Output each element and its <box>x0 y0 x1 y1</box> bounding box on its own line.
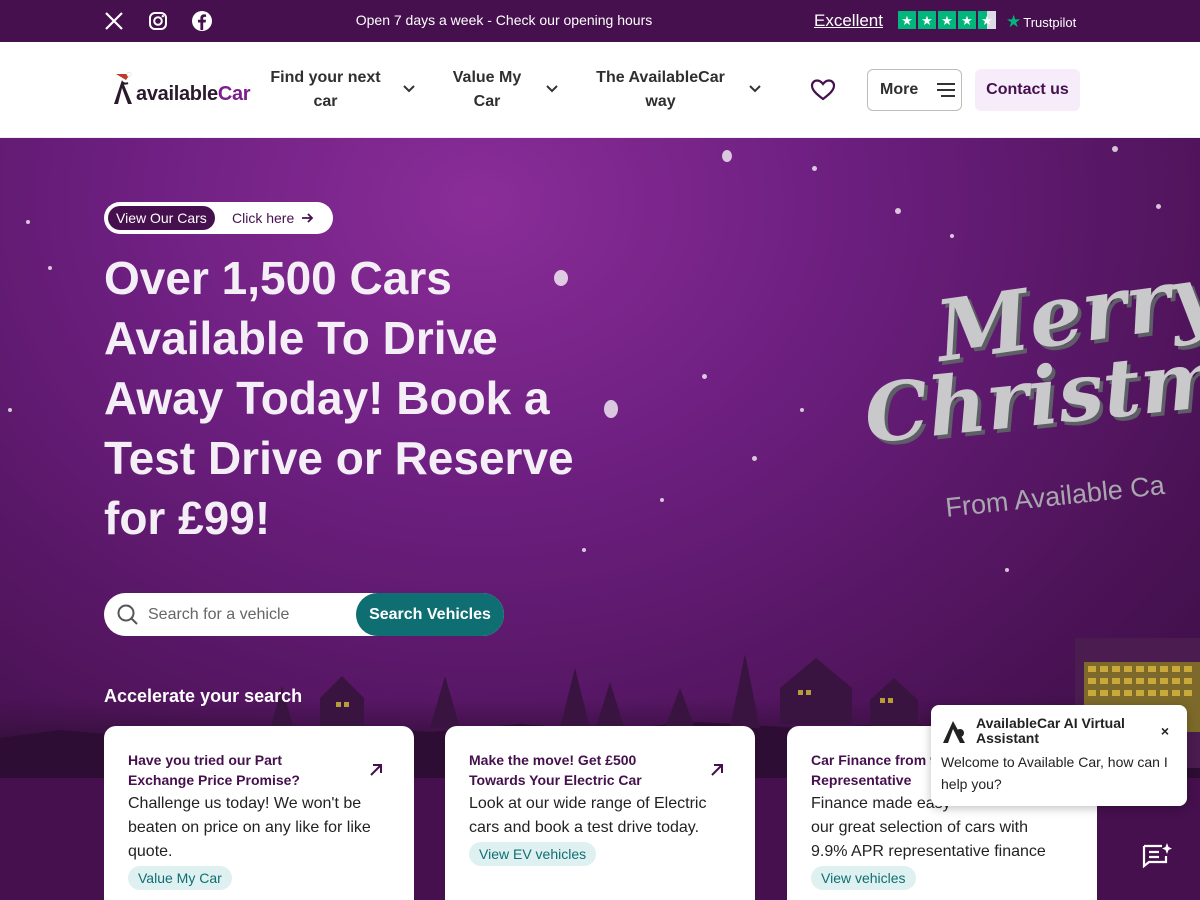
arrow-right-icon <box>302 213 314 223</box>
contact-us-button[interactable]: Contact us <box>975 69 1080 111</box>
click-here-link[interactable]: Click here <box>232 208 314 228</box>
more-label: More <box>880 81 919 98</box>
hamburger-icon <box>937 83 956 97</box>
star-icon: ★ <box>938 11 956 29</box>
nav-availablecar-way[interactable]: The AvailableCar way <box>593 66 728 114</box>
card-body: Challenge us today! We won't be beaten o… <box>128 795 371 860</box>
snowflake <box>812 166 817 171</box>
assistant-welcome-message: Welcome to Available Car, how can I help… <box>941 754 1168 792</box>
more-menu-button[interactable]: More <box>867 69 962 111</box>
snowflake <box>582 548 586 552</box>
nav-value-my-car[interactable]: Value My Car <box>447 66 527 114</box>
snowflake <box>1005 568 1009 572</box>
chevron-down-icon[interactable] <box>748 82 762 96</box>
logo-prefix: available <box>136 83 218 105</box>
snowflake <box>752 456 757 461</box>
click-here-label: Click here <box>232 210 295 226</box>
search-icon <box>117 604 138 625</box>
chevron-down-icon[interactable] <box>402 82 416 96</box>
card-title: Make the move! Get £500 Towards Your Ele… <box>469 752 642 788</box>
card-body-line1: Finance made easy <box>811 795 951 812</box>
view-ev-vehicles-link[interactable]: View EV vehicles <box>469 842 597 866</box>
part-exchange-card[interactable]: Have you tried our Part Exchange Price P… <box>104 726 414 900</box>
trustpilot-stars: ★ ★ ★ ★ ★ <box>898 11 996 29</box>
trustpilot-logo[interactable]: ★ Trustpilot <box>1006 12 1076 32</box>
snowflake <box>1112 146 1118 152</box>
search-vehicles-button[interactable]: Search Vehicles <box>356 593 504 636</box>
view-vehicles-link[interactable]: View vehicles <box>811 866 916 890</box>
value-my-car-link[interactable]: Value My Car <box>128 866 232 890</box>
vehicle-search-input[interactable] <box>148 593 348 636</box>
snowflake <box>950 234 954 238</box>
penguin-logo-icon <box>114 72 132 104</box>
ai-assistant-popup[interactable]: AvailableCar AI Virtual Assistant × Welc… <box>931 705 1187 806</box>
hero-headline: Over 1,500 Cars Available To Drive Away … <box>104 252 574 544</box>
availablecar-penguin-icon <box>943 721 965 743</box>
vehicle-search-bar: Search Vehicles <box>104 593 504 636</box>
site-header: availableCar Find your next car Value My… <box>0 42 1200 138</box>
snowflake <box>1156 204 1161 209</box>
availablecar-logo[interactable]: availableCar <box>110 72 251 106</box>
assistant-title: AvailableCar AI Virtual Assistant <box>976 715 1125 746</box>
star-icon: ★ <box>958 11 976 29</box>
top-bar: Open 7 days a week - Check our opening h… <box>0 0 1200 42</box>
half-star-icon: ★ <box>978 11 996 29</box>
snowflake <box>895 208 901 214</box>
close-icon[interactable]: × <box>1161 723 1169 739</box>
logo-suffix: Car <box>217 83 251 105</box>
card-title: Have you tried our Part Exchange Price P… <box>128 752 300 788</box>
snowflake <box>48 266 52 270</box>
merry-christmas-artwork: Merry Christmas From Available Ca <box>860 244 1200 543</box>
star-icon: ★ <box>898 11 916 29</box>
card-body: Look at our wide range of Electric cars … <box>469 795 707 836</box>
nav-find-car[interactable]: Find your next car <box>268 66 383 114</box>
card-title-line2: Representative <box>811 772 912 788</box>
snowflake <box>800 408 804 412</box>
trustpilot-star-icon: ★ <box>1006 12 1022 31</box>
star-icon: ★ <box>918 11 936 29</box>
trustpilot-rating-label[interactable]: Excellent <box>814 11 883 31</box>
electric-car-card[interactable]: Make the move! Get £500 Towards Your Ele… <box>445 726 755 900</box>
accelerate-search-heading: Accelerate your search <box>104 686 303 706</box>
snowflake <box>660 498 664 502</box>
heart-icon[interactable] <box>810 78 836 102</box>
snowflake <box>722 150 732 162</box>
hero-banner: Merry Christmas From Available Ca View O… <box>0 138 1200 778</box>
arrow-up-right-icon[interactable] <box>709 762 725 778</box>
view-our-cars-tag: View Our Cars <box>108 206 215 230</box>
snowflake <box>8 408 12 412</box>
snowflake <box>26 220 30 224</box>
logo-text: availableCar <box>136 83 251 106</box>
card-title-line1: Car Finance from 9 <box>811 752 938 768</box>
from-availablecar-text: From Available Ca <box>944 469 1167 523</box>
chat-sparkle-icon <box>1142 842 1172 868</box>
chevron-down-icon[interactable] <box>545 82 559 96</box>
arrow-up-right-icon[interactable] <box>368 762 384 778</box>
chat-open-button[interactable] <box>1127 827 1186 886</box>
view-our-cars-pill[interactable]: View Our Cars Click here <box>104 202 333 234</box>
trustpilot-text: Trustpilot <box>1023 14 1077 30</box>
card-body-rest: our great selection of cars with 9.9% AP… <box>811 819 1046 860</box>
snowflake <box>702 374 707 379</box>
